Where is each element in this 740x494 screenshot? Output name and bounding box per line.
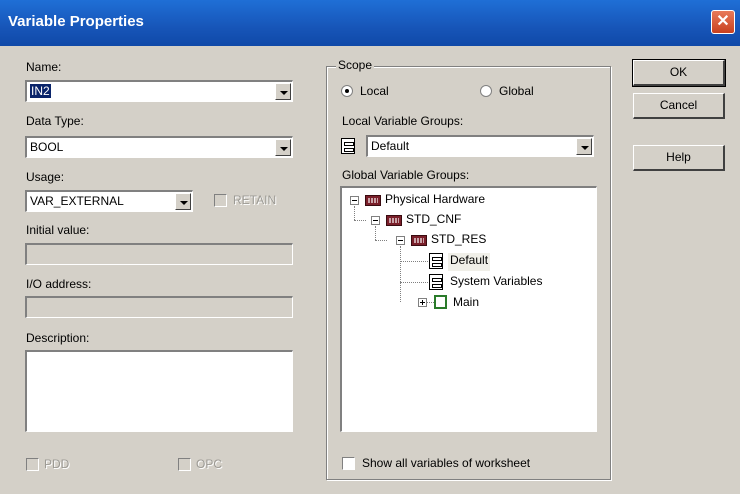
description-textarea[interactable] — [25, 350, 293, 432]
datatype-value: BOOL — [30, 140, 64, 154]
hardware-icon — [411, 235, 427, 246]
global-radio-label[interactable]: Global — [499, 84, 534, 98]
io-address-input[interactable] — [25, 296, 293, 318]
datatype-label: Data Type: — [26, 114, 84, 128]
local-radio[interactable] — [341, 85, 353, 97]
ok-button[interactable]: OK — [632, 59, 726, 87]
tree-node-std-cnf[interactable]: STD_CNF — [406, 212, 461, 230]
local-radio-label[interactable]: Local — [360, 84, 389, 98]
initial-value-label: Initial value: — [26, 223, 90, 237]
global-groups-tree[interactable]: Physical Hardware STD_CNF STD_RES Defaul… — [340, 186, 597, 432]
title-bar: Variable Properties ✕ — [0, 0, 740, 46]
expand-icon[interactable] — [418, 298, 427, 307]
opc-checkbox[interactable] — [178, 458, 191, 471]
show-all-label[interactable]: Show all variables of worksheet — [362, 456, 530, 470]
close-button[interactable]: ✕ — [711, 10, 735, 34]
window-title: Variable Properties — [8, 13, 144, 30]
local-groups-value: Default — [371, 139, 410, 153]
local-groups-dropdown-button[interactable] — [576, 138, 592, 155]
local-groups-label: Local Variable Groups: — [342, 114, 464, 128]
usage-label: Usage: — [26, 170, 65, 184]
opc-label: OPC — [196, 457, 223, 471]
usage-combobox[interactable]: VAR_EXTERNAL — [25, 190, 193, 212]
collapse-icon[interactable] — [350, 196, 359, 205]
cabinet-icon — [341, 138, 355, 154]
initial-value-input[interactable] — [25, 243, 293, 265]
global-groups-label: Global Variable Groups: — [342, 168, 470, 182]
usage-dropdown-button[interactable] — [175, 193, 191, 210]
name-value[interactable]: IN2 — [30, 84, 51, 98]
tree-node-physical-hardware[interactable]: Physical Hardware — [385, 192, 485, 210]
retain-label: RETAIN — [233, 193, 277, 207]
name-label: Name: — [26, 60, 62, 74]
name-dropdown-button[interactable] — [275, 83, 291, 100]
name-combobox[interactable]: IN2 — [25, 80, 293, 102]
cabinet-icon — [429, 274, 443, 290]
pdd-checkbox[interactable] — [26, 458, 39, 471]
help-button[interactable]: Help — [633, 145, 725, 171]
hardware-icon — [386, 215, 402, 226]
show-all-checkbox[interactable] — [342, 457, 355, 470]
local-groups-combobox[interactable]: Default — [366, 135, 594, 157]
variable-properties-dialog: Variable Properties ✕ Name: IN2 Data Typ… — [0, 0, 740, 494]
collapse-icon[interactable] — [396, 236, 405, 245]
usage-value: VAR_EXTERNAL — [30, 194, 124, 208]
description-label: Description: — [26, 331, 90, 345]
hardware-icon — [365, 195, 381, 206]
io-address-label: I/O address: — [26, 277, 92, 291]
collapse-icon[interactable] — [371, 216, 380, 225]
tree-node-system-variables[interactable]: System Variables — [450, 274, 542, 292]
retain-checkbox[interactable] — [214, 194, 227, 207]
program-icon — [434, 295, 447, 309]
datatype-dropdown-button[interactable] — [275, 139, 291, 156]
tree-node-std-res[interactable]: STD_RES — [431, 232, 486, 250]
tree-node-main[interactable]: Main — [453, 295, 479, 313]
tree-node-default[interactable]: Default — [448, 253, 491, 271]
cancel-button[interactable]: Cancel — [633, 93, 725, 119]
scope-label: Scope — [336, 58, 375, 72]
datatype-combobox[interactable]: BOOL — [25, 136, 293, 158]
pdd-label: PDD — [44, 457, 70, 471]
cabinet-icon — [429, 253, 443, 269]
global-radio[interactable] — [480, 85, 492, 97]
close-icon: ✕ — [716, 13, 730, 30]
